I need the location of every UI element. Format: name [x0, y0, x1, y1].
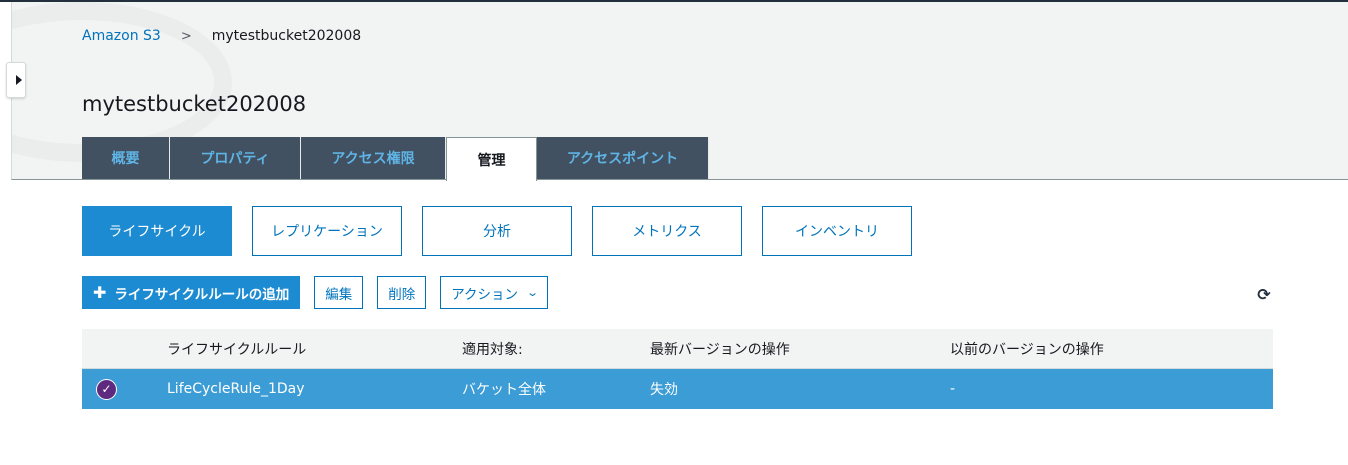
- breadcrumb-separator: >: [180, 28, 192, 44]
- lifecycle-rules-table: ライフサイクルルール 適用対象: 最新バージョンの操作 以前のバージョンの操作 …: [82, 329, 1273, 409]
- actions-dropdown[interactable]: アクション ⌄: [440, 276, 549, 309]
- delete-button[interactable]: 削除: [377, 276, 427, 309]
- actions-label: アクション: [451, 286, 519, 303]
- breadcrumb-current: mytestbucket202008: [211, 28, 362, 44]
- column-header-rule: ライフサイクルルール: [167, 342, 307, 358]
- add-lifecycle-rule-button[interactable]: ✚ ライフサイクルルールの追加: [82, 276, 301, 309]
- management-subtabs: ライフサイクル レプリケーション 分析 メトリクス インベントリ: [82, 206, 932, 256]
- page-title: mytestbucket202008: [82, 92, 307, 116]
- table-row[interactable]: ✓ LifeCycleRule_1Day バケット全体 失効 -: [82, 369, 1273, 409]
- lifecycle-toolbar: ✚ ライフサイクルルールの追加 編集 削除 アクション ⌄: [82, 276, 562, 309]
- column-header-scope: 適用対象:: [462, 342, 523, 358]
- row-select[interactable]: ✓: [96, 369, 117, 409]
- column-header-current-action: 最新バージョンの操作: [650, 342, 790, 358]
- check-circle-icon: ✓: [96, 378, 117, 400]
- column-header-previous-action: 以前のバージョンの操作: [950, 342, 1104, 358]
- tab-overview[interactable]: 概要: [82, 137, 170, 179]
- sidebar-toggle-button[interactable]: [6, 62, 26, 98]
- chevron-down-icon: ⌄: [526, 286, 540, 299]
- tab-access-points[interactable]: アクセスポイント: [537, 137, 709, 179]
- table-header: ライフサイクルルール 適用対象: 最新バージョンの操作 以前のバージョンの操作: [82, 329, 1273, 369]
- breadcrumb-amazon-s3[interactable]: Amazon S3: [82, 28, 161, 44]
- tab-permissions[interactable]: アクセス権限: [301, 137, 446, 179]
- subtab-replication[interactable]: レプリケーション: [252, 206, 402, 256]
- subtab-inventory[interactable]: インベントリ: [762, 206, 912, 256]
- subtab-lifecycle[interactable]: ライフサイクル: [82, 206, 232, 256]
- breadcrumb: Amazon S3 > mytestbucket202008: [82, 28, 361, 44]
- caret-right-icon: [16, 75, 22, 85]
- rule-scope: バケット全体: [462, 382, 546, 398]
- rule-name: LifeCycleRule_1Day: [167, 381, 305, 397]
- bucket-tabs: 概要 プロパティ アクセス権限 管理 アクセスポイント: [82, 137, 709, 181]
- rule-previous-action: -: [950, 381, 956, 397]
- refresh-icon[interactable]: ⟳: [1255, 286, 1273, 304]
- subtab-analytics[interactable]: 分析: [422, 206, 572, 256]
- plus-icon: ✚: [93, 283, 107, 302]
- add-lifecycle-rule-label: ライフサイクルルールの追加: [114, 286, 290, 303]
- rule-current-action: 失効: [650, 382, 678, 398]
- tab-properties[interactable]: プロパティ: [170, 137, 301, 179]
- edit-button[interactable]: 編集: [314, 276, 364, 309]
- subtab-metrics[interactable]: メトリクス: [592, 206, 742, 256]
- tab-management[interactable]: 管理: [446, 137, 537, 181]
